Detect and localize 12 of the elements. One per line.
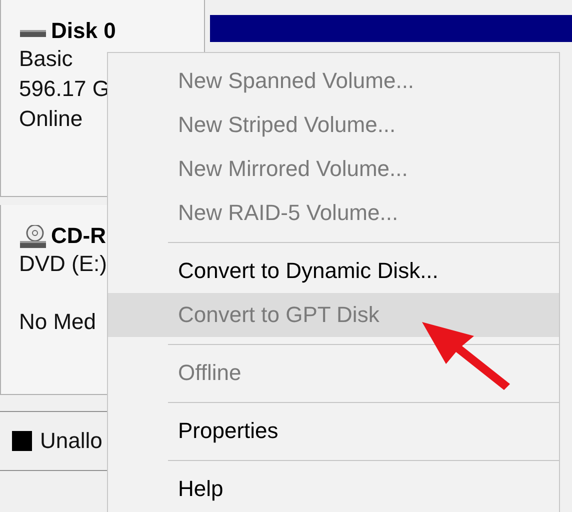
optical-drive-icon (19, 224, 47, 248)
legend-label: Unallo (40, 428, 102, 454)
hard-drive-icon (19, 29, 47, 38)
disk-name: CD-R (51, 223, 106, 249)
disk-info: DVD (E:) (19, 250, 107, 278)
disk-info: No Med (19, 308, 96, 336)
menu-item[interactable]: Convert to Dynamic Disk... (108, 249, 559, 293)
menu-item[interactable]: Properties (108, 409, 559, 453)
disk-info: Online (19, 105, 83, 133)
disk-name: Disk 0 (51, 18, 116, 44)
disk-info: Basic (19, 45, 73, 73)
menu-item[interactable]: Help (108, 467, 559, 511)
